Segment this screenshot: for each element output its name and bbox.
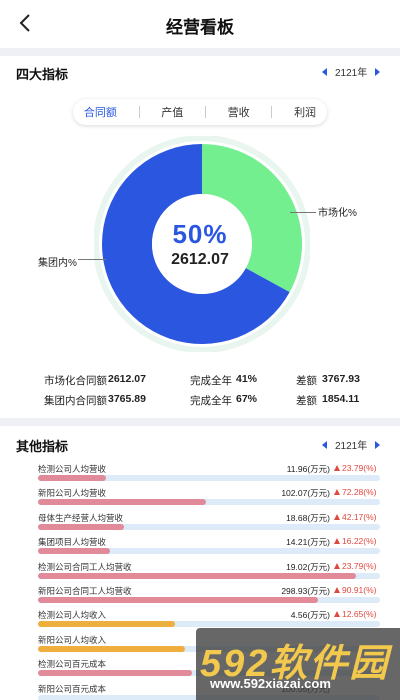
indicator-bar bbox=[38, 548, 110, 555]
year-picker-other: 2121年 bbox=[322, 437, 381, 452]
indicator-label: 集团项目人均营收 bbox=[38, 537, 107, 548]
year-label[interactable]: 2121年 bbox=[335, 437, 367, 452]
prev-year-icon[interactable] bbox=[322, 67, 327, 76]
indicator-value: 4.56(万元) bbox=[290, 610, 330, 621]
stat-done-label: 完成全年 bbox=[190, 375, 232, 387]
next-year-icon[interactable] bbox=[375, 67, 381, 76]
indicator-bar bbox=[38, 597, 318, 603]
indicator-label: 检测公司合同工人均营收 bbox=[38, 561, 132, 572]
indicator-value: 298.93(万元) bbox=[281, 586, 330, 596]
stat-done-label: 完成全年 bbox=[190, 395, 232, 407]
year-label[interactable]: 2121年 bbox=[335, 64, 367, 79]
tab-separator bbox=[271, 106, 273, 118]
market-share-label: 市场化% bbox=[318, 208, 357, 219]
arrow-up-icon bbox=[334, 513, 340, 520]
stat-label: 市场化合同额 bbox=[44, 375, 107, 387]
stat-value: 3765.89 bbox=[108, 393, 146, 405]
indicator-change: 12.65(%) bbox=[334, 609, 377, 619]
stat-diff-value: 1854.11 bbox=[322, 393, 360, 405]
arrow-up-icon bbox=[334, 538, 340, 545]
arrow-up-icon bbox=[334, 465, 340, 471]
market-leader-line bbox=[290, 212, 316, 213]
tab-2[interactable]: 营收 bbox=[228, 104, 250, 120]
arrow-up-icon bbox=[334, 489, 340, 496]
indicator-change: 90.91(%) bbox=[334, 585, 377, 595]
prev-year-icon[interactable] bbox=[322, 440, 327, 449]
indicator-value: 19.02(万元) bbox=[286, 561, 330, 572]
indicator-label: 新阳公司百元成本 bbox=[38, 683, 107, 694]
indicator-label: 新阳公司合同工人均营收 bbox=[38, 586, 132, 596]
indicator-change-text: 90.91(%) bbox=[342, 585, 377, 595]
arrow-up-icon bbox=[334, 587, 340, 593]
group-leader-line bbox=[78, 259, 106, 260]
page-title: 经营看板 bbox=[166, 18, 234, 37]
indicator-label: 母体生产经营人均营收 bbox=[38, 512, 124, 523]
indicator-bar bbox=[38, 621, 175, 628]
indicator-value: 11.96(万元) bbox=[286, 464, 330, 474]
tab-separator bbox=[138, 106, 140, 118]
top-bar: 经营看板 bbox=[0, 0, 400, 48]
indicator-change: 72.28(%) bbox=[334, 487, 377, 497]
indicator-change: 23.79(%) bbox=[334, 463, 377, 473]
indicator-label: 检测公司人均营收 bbox=[38, 464, 107, 474]
indicator-change: 16.22(%) bbox=[334, 536, 377, 546]
indicator-bar bbox=[38, 523, 124, 530]
stat-done-value: 41% bbox=[236, 373, 258, 385]
section-divider bbox=[0, 48, 400, 56]
indicator-value: 102.07(万元) bbox=[281, 488, 330, 499]
arrow-up-icon bbox=[334, 611, 340, 618]
tab-separator bbox=[204, 106, 206, 118]
indicator-label: 检测公司人均收入 bbox=[38, 610, 107, 621]
stat-diff-value: 3767.93 bbox=[322, 373, 360, 385]
indicator-bar bbox=[38, 670, 192, 677]
stats-row: 集团内合同额 3765.89 完成全年 67% 差额 1854.11 bbox=[0, 393, 400, 409]
indicator-bar bbox=[38, 475, 106, 481]
indicator-change-text: 16.22(%) bbox=[342, 536, 377, 547]
tab-3[interactable]: 利润 bbox=[294, 104, 316, 120]
section-title-main: 四大指标 bbox=[16, 67, 69, 82]
indicator-change-text: 23.79(%) bbox=[342, 560, 377, 571]
watermark-url: www.592xiazai.com bbox=[210, 676, 331, 691]
tab-1[interactable]: 产值 bbox=[161, 104, 183, 120]
stat-diff-label: 差额 bbox=[296, 395, 317, 407]
indicator-change-text: 42.17(%) bbox=[342, 511, 377, 522]
indicator-change-text: 23.79(%) bbox=[342, 463, 377, 473]
section-title-other: 其他指标 bbox=[16, 439, 69, 454]
indicator-value: 14.21(万元) bbox=[286, 537, 330, 548]
indicator-bar bbox=[38, 572, 356, 579]
tab-0[interactable]: 合同额 bbox=[84, 104, 117, 120]
indicator-label: 检测公司百元成本 bbox=[38, 659, 107, 670]
indicator-change: 23.79(%) bbox=[334, 561, 377, 571]
stat-value: 2612.07 bbox=[108, 373, 146, 385]
stat-diff-label: 差额 bbox=[296, 375, 317, 387]
indicator-change: 42.17(%) bbox=[334, 512, 377, 522]
indicator-tabs: 合同额 产值 营收 利润 bbox=[73, 99, 327, 125]
stat-label: 集团内合同额 bbox=[44, 395, 107, 407]
donut-center-percent: 50% bbox=[172, 219, 228, 249]
indicator-change-text: 12.65(%) bbox=[342, 609, 377, 620]
group-share-label: 集团内% bbox=[38, 258, 77, 269]
indicator-value: 18.68(万元) bbox=[286, 512, 330, 523]
section-divider bbox=[0, 418, 400, 426]
indicator-bar bbox=[38, 499, 206, 506]
stat-done-value: 67% bbox=[236, 393, 258, 405]
stats-row: 市场化合同额 2612.07 完成全年 41% 差额 3767.93 bbox=[0, 373, 400, 389]
next-year-icon[interactable] bbox=[375, 440, 381, 449]
indicator-label: 新阳公司人均营收 bbox=[38, 488, 107, 499]
indicator-bar bbox=[38, 645, 185, 652]
arrow-up-icon bbox=[334, 562, 340, 569]
year-picker-main: 2121年 bbox=[322, 64, 381, 79]
indicator-label: 新阳公司人均收入 bbox=[38, 634, 107, 645]
indicator-change-text: 72.28(%) bbox=[342, 487, 377, 498]
